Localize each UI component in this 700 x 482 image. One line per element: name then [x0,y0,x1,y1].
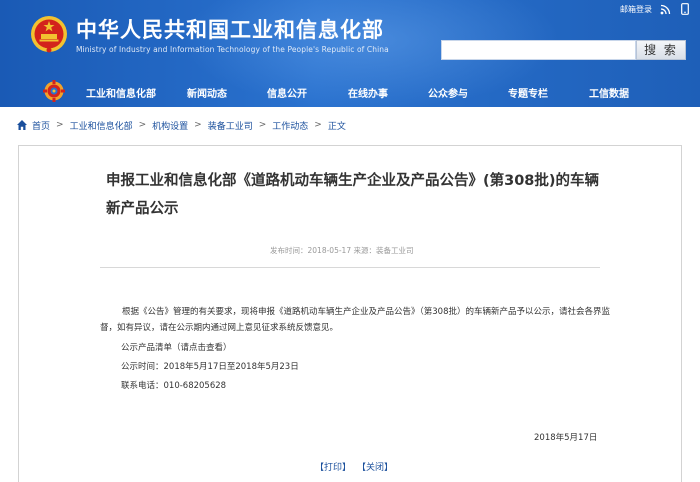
breadcrumb-separator: > [258,120,267,130]
nav-item-special-topics[interactable]: 专题专栏 [508,85,548,100]
nav-item-public-participation[interactable]: 公众参与 [428,85,468,100]
breadcrumb-separator: > [56,120,64,130]
publish-label: 发布时间： [270,246,308,255]
home-icon [17,120,27,130]
nav-item-info-disclosure[interactable]: 信息公开 [267,85,307,100]
rss-icon[interactable] [658,2,672,16]
breadcrumb-work-news[interactable]: 工作动态 [272,119,308,132]
sign-date: 2018年5月17日 [534,433,598,443]
top-links: 邮箱登录 [620,2,692,16]
nav-item-miit[interactable]: 工业和信息化部 [86,85,156,100]
site-header: 中华人民共和国工业和信息化部 Ministry of Industry and … [0,0,700,107]
article-actions: 【打印】 【关闭】 [315,460,393,473]
print-button[interactable]: 【打印】 [315,460,351,473]
source-value: 装备工业司 [375,246,414,255]
breadcrumb: 首页 > 工业和信息化部 > 机构设置 > 装备工业司 > 工作动态 > 正文 [16,117,346,133]
contact-phone: 联系电话：010-68205628 [121,381,227,391]
nav-item-news[interactable]: 新闻动态 [187,85,227,100]
publish-date: 2018-05-17 [307,246,352,255]
breadcrumb-current[interactable]: 正文 [328,119,346,132]
article-title: 申报工业和信息化部《道路机动车辆生产企业及产品公告》(第308批)的车辆新产品公… [106,173,600,217]
nav-item-data[interactable]: 工信数据 [589,85,629,100]
nav-item-online-services[interactable]: 在线办事 [348,85,388,100]
product-list-link[interactable]: 公示产品清单（请点击查看） [121,340,631,356]
site-title: 中华人民共和国工业和信息化部 [76,18,384,42]
breadcrumb-separator: > [314,120,322,130]
email-login-link[interactable]: 邮箱登录 [620,4,652,15]
notice-period: 公示时间：2018年5月17日至2018年5月23日 [121,362,299,372]
source-label: 来源： [353,246,376,255]
search-input[interactable] [441,40,636,60]
emblem-icon[interactable] [29,14,69,56]
breadcrumb-org[interactable]: 机构设置 [152,119,188,132]
search-button[interactable]: 搜 索 [636,40,686,60]
close-button[interactable]: 【关闭】 [357,460,393,473]
mobile-icon[interactable] [678,2,692,16]
breadcrumb-separator: > [194,120,202,130]
main-nav: 工业和信息化部 新闻动态 信息公开 在线办事 公众参与 专题专栏 工信数据 [0,85,700,103]
article-paragraph: 根据《公告》管理的有关要求，现将申报《道路机动车辆生产企业及产品公告》（第308… [100,307,610,333]
meta-divider [100,267,600,268]
breadcrumb-home[interactable]: 首页 [32,119,50,132]
breadcrumb-dept[interactable]: 装备工业司 [208,119,253,132]
article-meta: 发布时间：2018-05-17 来源：装备工业司 [270,245,413,256]
breadcrumb-separator: > [138,120,147,130]
breadcrumb-miit[interactable]: 工业和信息化部 [70,119,133,132]
site-subtitle: Ministry of Industry and Information Tec… [76,45,389,54]
